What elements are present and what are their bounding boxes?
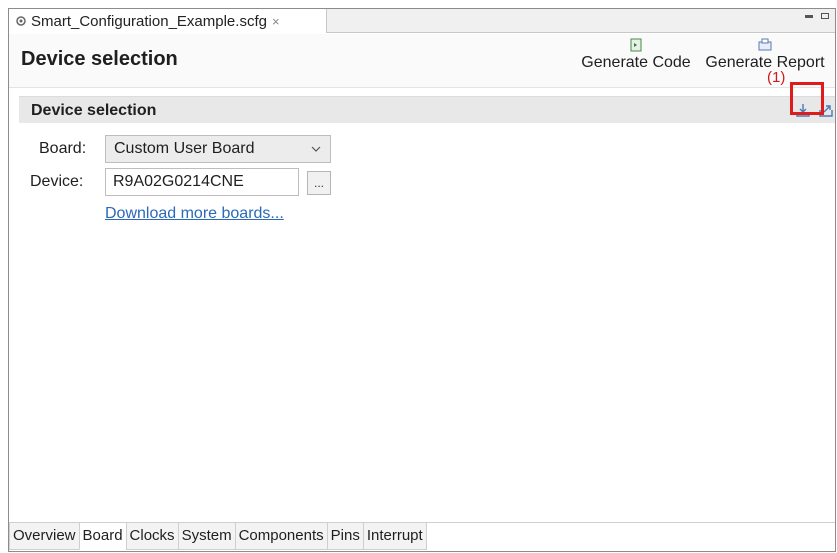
section-header: Device selection: [19, 96, 835, 123]
maximize-icon[interactable]: [821, 13, 829, 19]
highlight-box: [790, 82, 824, 115]
page-header: Device selection Generate Code Generate …: [9, 34, 835, 88]
device-label: Device:: [30, 173, 84, 190]
device-browse-button[interactable]: ...: [307, 171, 331, 195]
board-select-value: Custom User Board: [114, 140, 255, 157]
generate-report-icon: [758, 38, 772, 51]
generate-code-label: Generate Code: [581, 54, 691, 71]
tab-interrupt[interactable]: Interrupt: [362, 523, 427, 550]
board-label: Board:: [39, 140, 87, 157]
tab-clocks[interactable]: Clocks: [125, 523, 179, 550]
editor-tab-title: Smart_Configuration_Example.scfg: [31, 12, 267, 30]
editor-tab[interactable]: Smart_Configuration_Example.scfg ×: [9, 9, 327, 33]
chevron-down-icon: [311, 146, 321, 152]
tab-system[interactable]: System: [177, 523, 236, 550]
generate-code-button[interactable]: Generate Code: [575, 38, 697, 72]
tab-components[interactable]: Components: [234, 523, 328, 550]
page-title: Device selection: [21, 48, 178, 70]
window-controls: [805, 13, 829, 19]
editor-frame: Smart_Configuration_Example.scfg × Devic…: [8, 8, 836, 552]
download-boards-link[interactable]: Download more boards...: [105, 205, 284, 223]
tab-pins[interactable]: Pins: [326, 523, 364, 550]
generate-report-button[interactable]: Generate Report: [697, 38, 833, 72]
generate-report-label: Generate Report: [705, 54, 825, 71]
gear-icon: [16, 16, 26, 26]
device-field[interactable]: R9A02G0214CNE: [105, 168, 299, 196]
tab-board[interactable]: Board: [78, 523, 127, 550]
editor-tab-strip: Smart_Configuration_Example.scfg ×: [9, 9, 835, 33]
close-icon[interactable]: ×: [272, 14, 280, 29]
bottom-tab-bar: Overview Board Clocks System Components …: [9, 522, 835, 552]
generate-code-icon: [630, 38, 642, 52]
annotation-label: (1): [767, 69, 786, 86]
tab-overview[interactable]: Overview: [9, 523, 80, 550]
minimize-icon[interactable]: [805, 15, 813, 18]
board-select[interactable]: Custom User Board: [105, 135, 331, 163]
section-title: Device selection: [31, 102, 157, 119]
